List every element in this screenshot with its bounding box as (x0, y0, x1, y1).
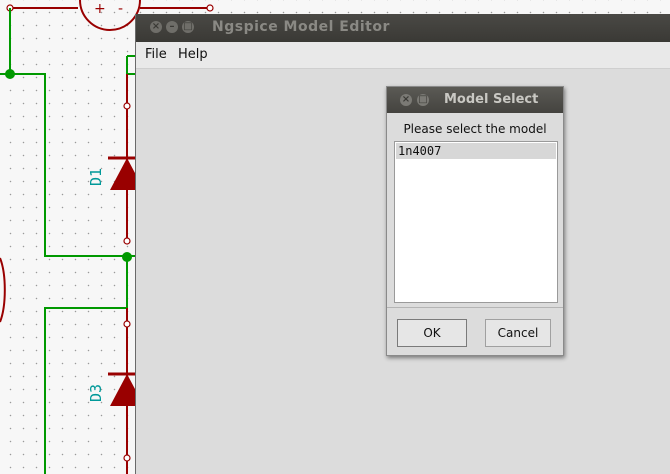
pin-end (123, 102, 131, 110)
model-listbox[interactable]: 1n4007 (394, 141, 558, 303)
list-item[interactable]: 1n4007 (396, 143, 556, 159)
window-title: Ngspice Model Editor (212, 19, 390, 35)
pin-end (123, 320, 131, 328)
junction-dot (5, 69, 15, 79)
maximize-icon[interactable]: □ (417, 94, 429, 106)
minus-sign: - (118, 1, 123, 17)
ok-button[interactable]: OK (397, 319, 467, 347)
divider (387, 307, 563, 308)
window-titlebar[interactable]: × – □ Ngspice Model Editor (136, 14, 670, 42)
cancel-button[interactable]: Cancel (485, 319, 551, 347)
plus-sign: + (94, 1, 106, 17)
pin-end (123, 237, 131, 245)
diode-d3-label: D3 (87, 384, 105, 402)
dialog-title: Model Select (444, 92, 539, 107)
dialog-titlebar[interactable]: × □ Model Select (387, 87, 563, 113)
close-icon[interactable]: × (400, 94, 412, 106)
pin-end (206, 4, 214, 12)
pin-end (123, 454, 131, 462)
close-icon[interactable]: × (150, 21, 162, 33)
source-symbol-body (79, 0, 141, 31)
minimize-icon[interactable]: – (166, 21, 178, 33)
diode-d1-label: D1 (87, 168, 105, 186)
wire (9, 8, 127, 257)
model-select-dialog: × □ Model Select Please select the model… (386, 86, 564, 356)
menu-file[interactable]: File (145, 47, 167, 62)
maximize-icon[interactable]: □ (182, 21, 194, 33)
partial-symbol (0, 257, 6, 323)
wire (44, 256, 128, 474)
menu-help[interactable]: Help (178, 47, 208, 62)
menubar: File Help (136, 42, 670, 69)
junction-dot (122, 252, 132, 262)
dialog-prompt: Please select the model (403, 122, 547, 136)
